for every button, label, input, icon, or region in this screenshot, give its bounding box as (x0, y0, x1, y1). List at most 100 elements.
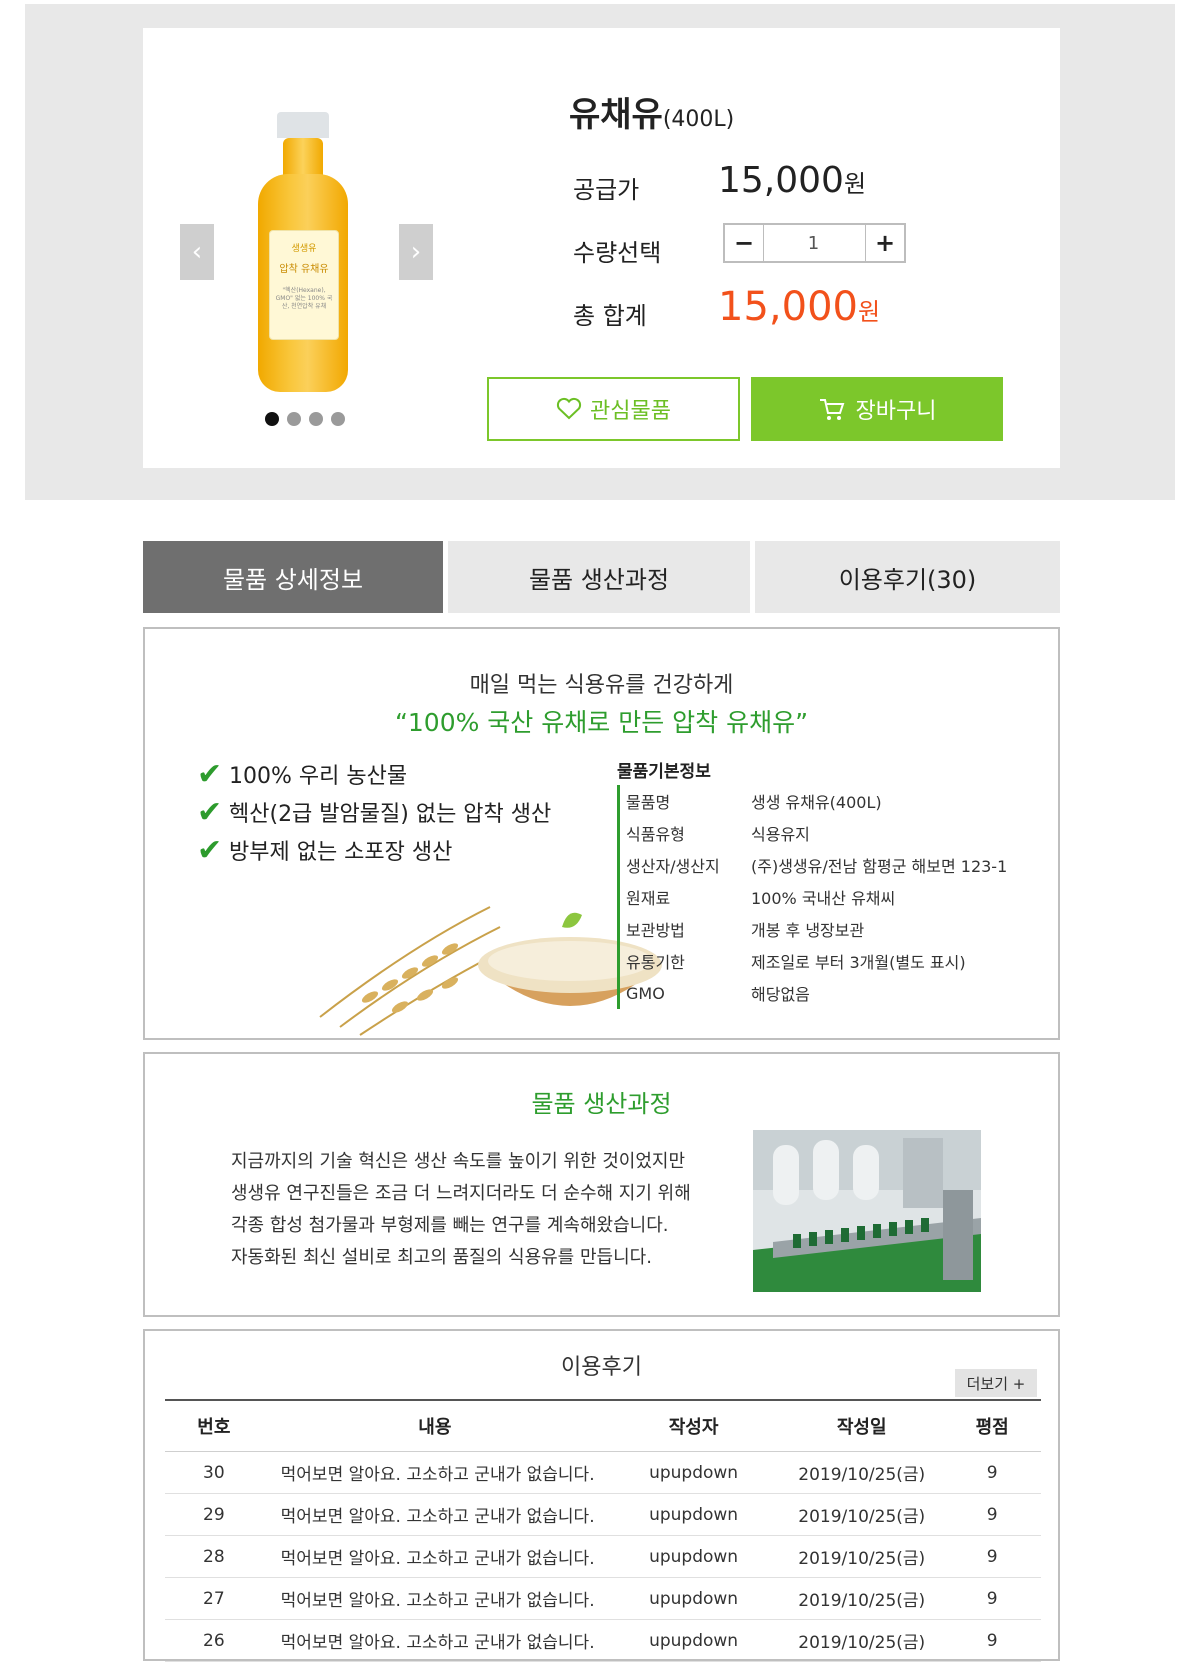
supply-price-value: 15,000 (718, 160, 844, 201)
bottle-cap (277, 112, 329, 138)
tab-production-process[interactable]: 물품 생산과정 (448, 541, 750, 613)
review-date: 2019/10/25(금) (780, 1451, 944, 1494)
process-line: 자동화된 최신 설비로 최고의 품질의 식용유를 만듭니다. (231, 1247, 652, 1268)
table-row[interactable]: 26 먹어보면 알아요. 고소하고 군내가 없습니다. upupdown 201… (165, 1619, 1041, 1662)
review-author: upupdown (607, 1535, 781, 1578)
info-row: 원재료 100% 국내산 유채씨 (626, 881, 1007, 913)
wishlist-button[interactable]: 관심물품 (487, 377, 740, 441)
info-value: 생생 유채유(400L) (751, 793, 882, 812)
cart-label: 장바구니 (855, 399, 937, 424)
image-pagination (265, 412, 345, 426)
feature-list: ✔ 100% 우리 농산물 ✔ 헥산(2급 발암물질) 없는 압착 생산 ✔ 방… (197, 755, 551, 869)
info-row: 생산자/생산지 (주)생생유/전남 함평군 해보면 123-1 (626, 849, 1007, 881)
currency-unit: 원 (857, 298, 881, 326)
info-row: GMO 해당없음 (626, 977, 1007, 1009)
review-content[interactable]: 먹어보면 알아요. 고소하고 군내가 없습니다. (262, 1577, 607, 1620)
review-rating: 9 (943, 1535, 1041, 1578)
column-header: 평점 (943, 1399, 1041, 1452)
product-image: 생생유 압착 유채유 "헥산(Hexane), GMO" 없는 100% 국산,… (258, 112, 348, 392)
feature-item: ✔ 헥산(2급 발암물질) 없는 압착 생산 (197, 793, 551, 831)
total-price: 15,000 원 (718, 284, 880, 330)
review-author: upupdown (607, 1577, 781, 1620)
chevron-left-icon: ‹ (191, 237, 203, 267)
column-header: 번호 (165, 1399, 263, 1452)
review-content[interactable]: 먹어보면 알아요. 고소하고 군내가 없습니다. (262, 1619, 607, 1662)
process-line: 지금까지의 기술 혁신은 생산 속도를 높이기 위한 것이었지만 (231, 1151, 686, 1172)
process-description: 지금까지의 기술 혁신은 생산 속도를 높이기 위한 것이었지만 생생유 연구진… (231, 1146, 691, 1274)
info-key: GMO (626, 983, 665, 1003)
quantity-label: 수량선택 (573, 239, 662, 267)
review-rating: 9 (943, 1577, 1041, 1620)
table-row[interactable]: 28 먹어보면 알아요. 고소하고 군내가 없습니다. upupdown 201… (165, 1535, 1041, 1578)
info-value: 제조일로 부터 3개월(별도 표시) (751, 953, 966, 972)
info-row: 보관방법 개봉 후 냉장보관 (626, 913, 1007, 945)
info-key: 식품유형 (626, 825, 685, 844)
review-author: upupdown (607, 1451, 781, 1494)
wishlist-label: 관심물품 (590, 399, 671, 424)
bottle-description: "헥산(Hexane), GMO" 없는 100% 국산, 천연압착 유채 (275, 287, 333, 310)
column-header: 작성일 (780, 1399, 944, 1452)
review-number: 29 (165, 1493, 263, 1536)
column-header: 작성자 (607, 1399, 781, 1452)
feature-item: ✔ 100% 우리 농산물 (197, 755, 551, 793)
factory-image (753, 1130, 981, 1292)
info-row: 물품명 생생 유채유(400L) (626, 785, 1007, 817)
more-reviews-button[interactable]: 더보기 + (955, 1369, 1037, 1397)
prev-image-button[interactable]: ‹ (180, 224, 214, 280)
supply-price-label: 공급가 (573, 176, 640, 204)
info-value: 100% 국내산 유채씨 (751, 889, 896, 908)
process-line: 각종 합성 첨가물과 부형제를 빼는 연구를 계속해왔습니다. (231, 1215, 669, 1236)
product-detail-section: 매일 먹는 식용유를 건강하게 “100% 국산 유채로 만든 압착 유채유” … (143, 627, 1060, 1040)
info-title: 물품기본정보 (617, 762, 711, 782)
info-key: 원재료 (626, 889, 671, 908)
table-row[interactable]: 30 먹어보면 알아요. 고소하고 군내가 없습니다. upupdown 201… (165, 1451, 1041, 1494)
info-key: 물품명 (626, 793, 671, 812)
quantity-decrease-button[interactable]: − (725, 225, 763, 261)
process-line: 생생유 연구진들은 조금 더 느려지더라도 더 순수해 지기 위해 (231, 1183, 691, 1204)
product-title: 유채유 (400L) (569, 87, 734, 136)
pagination-dot[interactable] (287, 412, 301, 426)
process-title: 물품 생산과정 (531, 1090, 672, 1118)
heart-icon (556, 397, 582, 420)
next-image-button[interactable]: › (399, 224, 433, 280)
pagination-dot-active[interactable] (265, 412, 279, 426)
tab-reviews[interactable]: 이용후기(30) (755, 541, 1060, 613)
table-header-row: 번호 내용 작성자 작성일 평점 (165, 1399, 1041, 1452)
review-content[interactable]: 먹어보면 알아요. 고소하고 군내가 없습니다. (262, 1535, 607, 1578)
info-row: 식품유형 식용유지 (626, 817, 1007, 849)
info-value: 식용유지 (751, 825, 810, 844)
info-table: 물품명 생생 유채유(400L) 식품유형 식용유지 생산자/생산지 (주)생생유/전… (617, 785, 1007, 1009)
chevron-right-icon: › (410, 237, 422, 267)
review-author: upupdown (607, 1619, 781, 1662)
review-content[interactable]: 먹어보면 알아요. 고소하고 군내가 없습니다. (262, 1451, 607, 1494)
review-date: 2019/10/25(금) (780, 1619, 944, 1662)
tab-product-detail[interactable]: 물품 상세정보 (143, 541, 443, 613)
review-date: 2019/10/25(금) (780, 1493, 944, 1536)
table-row[interactable]: 29 먹어보면 알아요. 고소하고 군내가 없습니다. upupdown 201… (165, 1493, 1041, 1536)
quantity-stepper: − 1 + (723, 223, 906, 263)
info-value: (주)생생유/전남 함평군 해보면 123-1 (751, 857, 1008, 876)
table-row[interactable]: 27 먹어보면 알아요. 고소하고 군내가 없습니다. upupdown 201… (165, 1577, 1041, 1620)
review-rating: 9 (943, 1493, 1041, 1536)
review-date: 2019/10/25(금) (780, 1577, 944, 1620)
cart-button[interactable]: 장바구니 (751, 377, 1003, 441)
review-content[interactable]: 먹어보면 알아요. 고소하고 군내가 없습니다. (262, 1493, 607, 1536)
quantity-increase-button[interactable]: + (866, 225, 904, 261)
pagination-dot[interactable] (331, 412, 345, 426)
reviews-table: 번호 내용 작성자 작성일 평점 30 먹어보면 알아요. 고소하고 군내가 없… (165, 1399, 1041, 1662)
info-key: 보관방법 (626, 921, 685, 940)
review-rating: 9 (943, 1451, 1041, 1494)
currency-unit: 원 (843, 170, 867, 198)
review-author: upupdown (607, 1493, 781, 1536)
checkmark-icon: ✔ (197, 794, 223, 830)
detail-headline: 매일 먹는 식용유를 건강하게 (469, 673, 734, 698)
feature-text: 100% 우리 농산물 (229, 764, 408, 789)
info-value: 개봉 후 냉장보관 (751, 921, 865, 940)
info-key: 유통기한 (626, 953, 685, 972)
pagination-dot[interactable] (309, 412, 323, 426)
product-volume: (400L) (662, 107, 735, 132)
quantity-input[interactable]: 1 (764, 225, 863, 261)
review-number: 28 (165, 1535, 263, 1578)
supply-price: 15,000 원 (718, 160, 866, 201)
feature-text: 방부제 없는 소포장 생산 (229, 840, 453, 865)
